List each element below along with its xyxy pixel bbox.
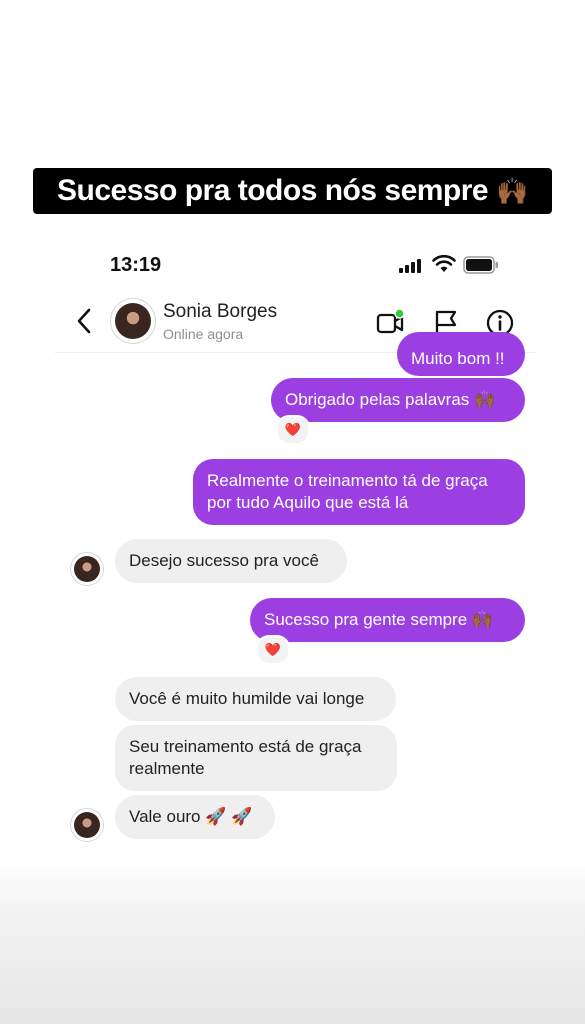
avatar-photo: [74, 812, 100, 838]
message-list: Muito bom !! Obrigado pelas palavras 🙌🏾 …: [55, 332, 535, 852]
status-bar: 13:19: [55, 232, 535, 292]
avatar-photo: [115, 303, 151, 339]
raised-hands-icon: 🙌🏾: [496, 176, 528, 206]
contact-avatar[interactable]: [70, 808, 104, 842]
video-call-icon[interactable]: [375, 308, 405, 338]
avatar-photo: [74, 556, 100, 582]
contact-avatar[interactable]: [110, 298, 156, 344]
battery-icon: [463, 256, 498, 274]
message-bubble[interactable]: Você é muito humilde vai longe: [115, 677, 396, 721]
message-bubble[interactable]: Obrigado pelas palavras 🙌🏾: [271, 378, 525, 422]
story-caption: Sucesso pra todos nós sempre 🙌🏾: [33, 168, 552, 214]
background-fade: [0, 860, 585, 1024]
caption-text: Sucesso pra todos nós sempre: [56, 174, 489, 207]
contact-avatar[interactable]: [70, 552, 104, 586]
message-bubble[interactable]: Realmente o treinamento tá de graça por …: [193, 459, 525, 525]
message-bubble[interactable]: Desejo sucesso pra você: [115, 539, 347, 583]
status-time: 13:19: [110, 254, 162, 276]
chevron-left-icon[interactable]: [73, 306, 97, 336]
message-bubble[interactable]: Vale ouro 🚀 🚀: [115, 795, 275, 839]
heart-reaction-icon[interactable]: ❤️: [276, 415, 310, 445]
message-bubble[interactable]: Seu treinamento está de graça realmente: [115, 725, 397, 791]
signal-icon: [399, 259, 421, 273]
contact-name[interactable]: Sonia Borges: [163, 301, 277, 323]
chat-screenshot: 13:19 Sonia Borges Online agora Muito bo…: [55, 232, 535, 852]
message-bubble[interactable]: Sucesso pra gente sempre 🙌🏾: [250, 598, 525, 642]
heart-reaction-icon[interactable]: ❤️: [256, 635, 290, 665]
wifi-icon: [432, 255, 456, 272]
contact-status: Online agora: [163, 326, 244, 342]
message-bubble[interactable]: Muito bom !!: [397, 332, 525, 376]
